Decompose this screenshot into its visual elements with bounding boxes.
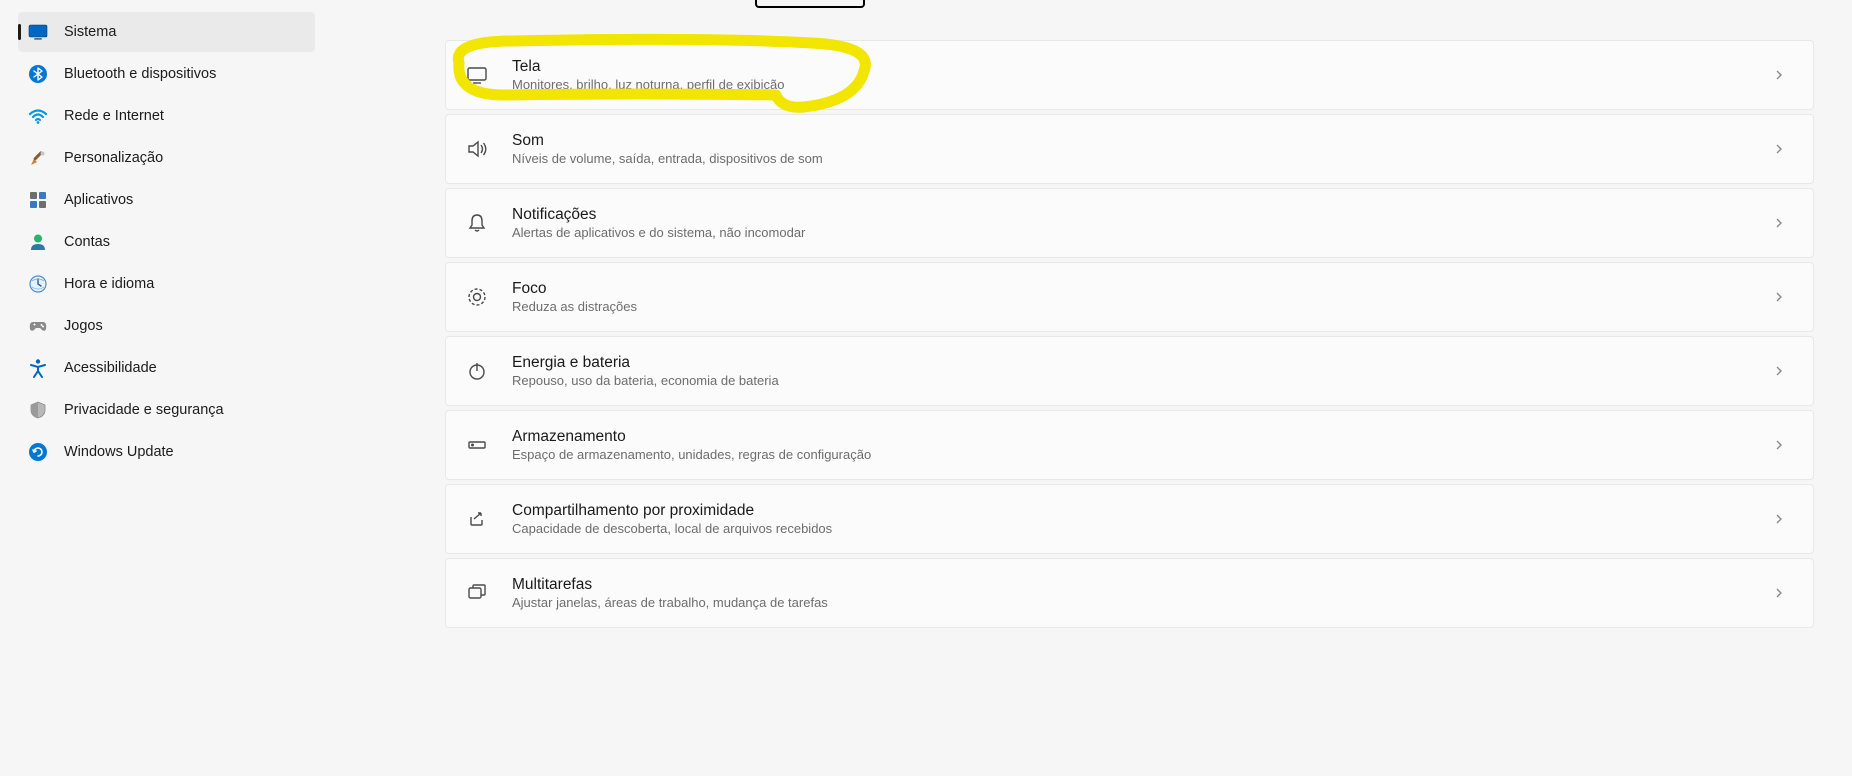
sidebar-item-label: Acessibilidade [64,360,157,376]
card-title: Som [512,131,1773,150]
person-icon [28,232,48,252]
main-content: Renomear Tela Monitores, brilho, luz not… [315,0,1852,776]
focus-icon [464,284,490,310]
card-multitarefas[interactable]: Multitarefas Ajustar janelas, áreas de t… [445,558,1814,628]
display-icon [464,62,490,88]
card-som[interactable]: Som Níveis de volume, saída, entrada, di… [445,114,1814,184]
header-rename-label[interactable]: Renomear [899,0,964,1]
share-icon [464,506,490,532]
sidebar-item-label: Rede e Internet [64,108,164,124]
sidebar-item-bluetooth[interactable]: Bluetooth e dispositivos [18,54,315,94]
sidebar-item-label: Aplicativos [64,192,133,208]
card-title: Compartilhamento por proximidade [512,501,1773,520]
card-title: Multitarefas [512,575,1773,594]
chevron-right-icon [1773,512,1787,526]
update-icon [28,442,48,462]
shield-icon [28,400,48,420]
sidebar-item-label: Jogos [64,318,103,334]
chevron-right-icon [1773,68,1787,82]
card-title: Energia e bateria [512,353,1773,372]
bluetooth-icon [28,64,48,84]
bell-icon [464,210,490,236]
sidebar-item-label: Sistema [64,24,116,40]
chevron-right-icon [1773,216,1787,230]
sidebar-item-rede[interactable]: Rede e Internet [18,96,315,136]
sidebar-item-label: Personalização [64,150,163,166]
card-compartilhamento[interactable]: Compartilhamento por proximidade Capacid… [445,484,1814,554]
chevron-right-icon [1773,290,1787,304]
sidebar-item-aplicativos[interactable]: Aplicativos [18,180,315,220]
header-button-cutoff[interactable] [755,0,865,8]
card-subtitle: Espaço de armazenamento, unidades, regra… [512,446,1773,464]
apps-icon [28,190,48,210]
sound-icon [464,136,490,162]
sidebar-item-label: Bluetooth e dispositivos [64,66,216,82]
sidebar-item-label: Windows Update [64,444,174,460]
settings-card-list: Tela Monitores, brilho, luz noturna, per… [445,40,1814,628]
power-icon [464,358,490,384]
card-foco[interactable]: Foco Reduza as distrações [445,262,1814,332]
card-subtitle: Reduza as distrações [512,298,1773,316]
card-title: Tela [512,57,1773,76]
clock-globe-icon [28,274,48,294]
card-notificacoes[interactable]: Notificações Alertas de aplicativos e do… [445,188,1814,258]
card-title: Armazenamento [512,427,1773,446]
sidebar-item-contas[interactable]: Contas [18,222,315,262]
sidebar-nav: Sistema Bluetooth e dispositivos Rede e … [0,0,315,776]
wifi-icon [28,106,48,126]
system-icon [28,22,48,42]
card-subtitle: Monitores, brilho, luz noturna, perfil d… [512,76,1773,94]
sidebar-item-label: Contas [64,234,110,250]
sidebar-item-hora[interactable]: Hora e idioma [18,264,315,304]
sidebar-item-privacidade[interactable]: Privacidade e segurança [18,390,315,430]
card-subtitle: Ajustar janelas, áreas de trabalho, muda… [512,594,1773,612]
chevron-right-icon [1773,142,1787,156]
card-title: Notificações [512,205,1773,224]
multitask-icon [464,580,490,606]
sidebar-item-personalizacao[interactable]: Personalização [18,138,315,178]
sidebar-item-update[interactable]: Windows Update [18,432,315,472]
accessibility-icon [28,358,48,378]
card-subtitle: Níveis de volume, saída, entrada, dispos… [512,150,1773,168]
sidebar-item-acessibilidade[interactable]: Acessibilidade [18,348,315,388]
sidebar-item-jogos[interactable]: Jogos [18,306,315,346]
card-title: Foco [512,279,1773,298]
card-subtitle: Capacidade de descoberta, local de arqui… [512,520,1773,538]
chevron-right-icon [1773,586,1787,600]
card-tela[interactable]: Tela Monitores, brilho, luz noturna, per… [445,40,1814,110]
sidebar-item-sistema[interactable]: Sistema [18,12,315,52]
card-armazenamento[interactable]: Armazenamento Espaço de armazenamento, u… [445,410,1814,480]
storage-icon [464,432,490,458]
card-energia[interactable]: Energia e bateria Repouso, uso da bateri… [445,336,1814,406]
paintbrush-icon [28,148,48,168]
card-subtitle: Repouso, uso da bateria, economia de bat… [512,372,1773,390]
sidebar-item-label: Hora e idioma [64,276,154,292]
chevron-right-icon [1773,364,1787,378]
header-stub: Renomear [755,0,964,8]
chevron-right-icon [1773,438,1787,452]
card-subtitle: Alertas de aplicativos e do sistema, não… [512,224,1773,242]
sidebar-item-label: Privacidade e segurança [64,402,224,418]
gamepad-icon [28,316,48,336]
